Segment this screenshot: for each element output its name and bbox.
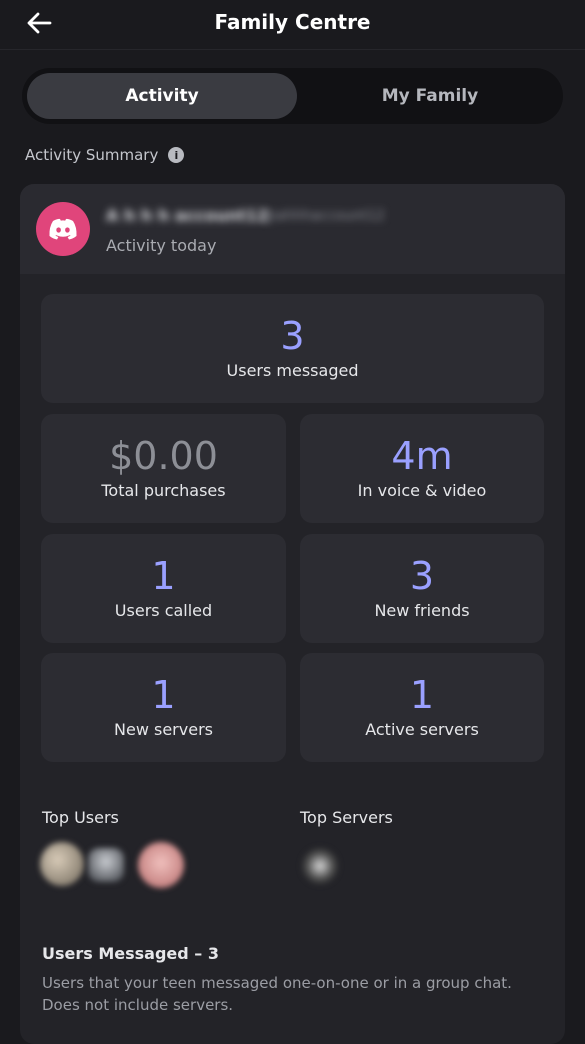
stat-value: 4m	[391, 434, 453, 479]
stat-label: Users messaged	[226, 360, 359, 380]
stat-value: 1	[409, 673, 435, 718]
activity-card: A h h h account12 @ahhhaccount12 Activit…	[20, 184, 565, 1044]
stat-total-purchases: $0.00 Total purchases	[41, 414, 286, 523]
top-user-avatar[interactable]	[138, 842, 184, 888]
top-users-heading: Top Users	[42, 808, 119, 827]
page-title: Family Centre	[214, 10, 371, 34]
stat-value: 1	[151, 673, 176, 718]
top-user-avatar[interactable]	[40, 842, 84, 886]
top-server-icon[interactable]	[302, 848, 338, 884]
stat-users-called: 1 Users called	[41, 534, 286, 643]
user-tag: @ahhhaccount12	[262, 208, 385, 224]
users-messaged-description: Users that your teen messaged one-on-one…	[42, 974, 512, 1014]
tab-activity[interactable]: Activity	[27, 73, 297, 119]
stat-value: 1	[151, 554, 176, 599]
stat-active-servers: 1 Active servers	[300, 653, 544, 762]
users-messaged-heading: Users Messaged – 3	[42, 944, 219, 963]
tab-switcher: Activity My Family	[22, 68, 563, 124]
stat-label: Total purchases	[101, 480, 226, 500]
profile-header: A h h h account12 @ahhhaccount12 Activit…	[20, 184, 565, 274]
stat-new-servers: 1 New servers	[41, 653, 286, 762]
stat-new-friends: 3 New friends	[300, 534, 544, 643]
activity-summary-label: Activity Summary	[25, 146, 159, 164]
stat-label: Users called	[114, 600, 213, 620]
stat-value: 3	[280, 314, 305, 359]
user-name: A h h h account12	[106, 206, 269, 225]
top-bar: Family Centre	[0, 0, 585, 50]
tab-my-family[interactable]: My Family	[302, 73, 558, 119]
discord-logo-icon	[49, 218, 77, 240]
stat-label: New servers	[114, 719, 213, 739]
stat-label: In voice & video	[357, 480, 487, 500]
stat-label: New friends	[374, 600, 470, 620]
info-icon[interactable]: i	[168, 147, 185, 163]
top-servers-heading: Top Servers	[300, 808, 393, 827]
top-user-avatar[interactable]	[88, 848, 124, 882]
activity-today-label: Activity today	[106, 236, 217, 255]
stat-value: $0.00	[109, 434, 218, 479]
stat-label: Active servers	[365, 719, 479, 739]
stat-users-messaged: 3 Users messaged	[41, 294, 544, 403]
activity-summary-heading: Activity Summary i	[25, 146, 185, 164]
stat-voice-video: 4m In voice & video	[300, 414, 544, 523]
stat-value: 3	[409, 554, 435, 599]
avatar[interactable]	[36, 202, 90, 256]
